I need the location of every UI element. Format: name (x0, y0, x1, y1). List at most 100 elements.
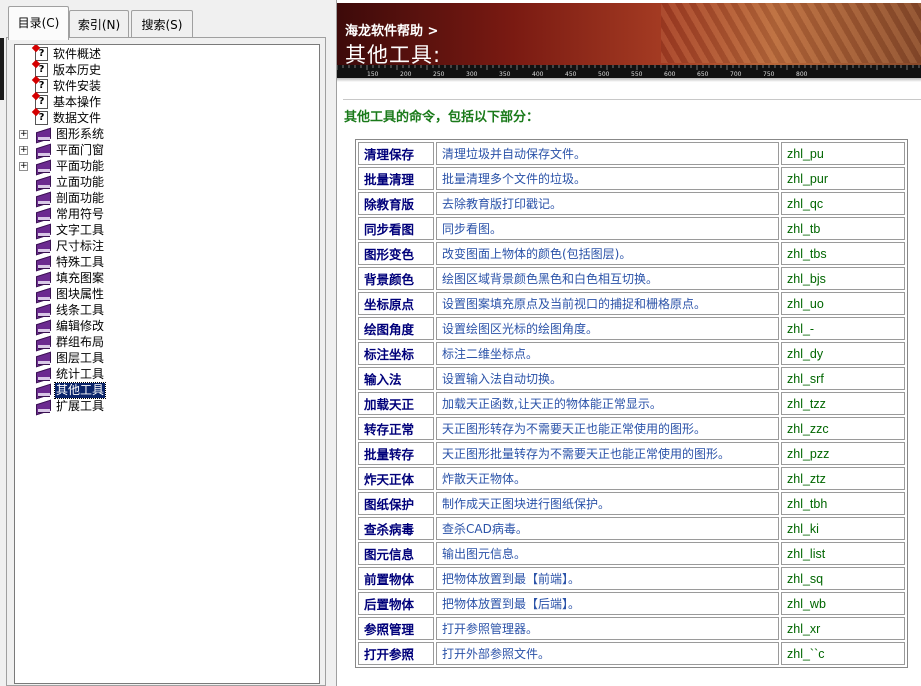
command-shortcut: zhl_ki (781, 517, 905, 540)
tree-item[interactable]: + 平面门窗 (19, 142, 105, 158)
command-description: 查杀CAD病毒。 (436, 517, 779, 540)
table-row: 批量转存 天正图形批量转存为不需要天正也能正常使用的图形。 zhl_pzz (358, 442, 905, 465)
command-name: 批量清理 (358, 167, 434, 190)
tree-item-label: 文字工具 (56, 222, 105, 237)
book-icon (35, 160, 51, 173)
book-icon (35, 320, 51, 333)
ruler-label: 650 (697, 71, 709, 78)
tree-item[interactable]: 群组布局 (35, 334, 105, 350)
command-name: 加载天正 (358, 392, 434, 415)
table-row: 炸天正体 炸散天正物体。 zhl_ztz (358, 467, 905, 490)
tree-item-label: 图形系统 (56, 126, 105, 141)
table-row: 图元信息 输出图元信息。 zhl_list (358, 542, 905, 565)
tree-item-label: 基本操作 (53, 94, 102, 109)
book-icon (35, 336, 51, 349)
book-icon (35, 288, 51, 301)
command-name: 炸天正体 (358, 467, 434, 490)
command-description: 把物体放置到最【后端】。 (436, 592, 779, 615)
expand-plus-icon[interactable]: + (19, 161, 28, 171)
window-edge (0, 38, 4, 100)
command-shortcut: zhl_bjs (781, 267, 905, 290)
command-name: 前置物体 (358, 567, 434, 590)
tree-item[interactable]: ? 版本历史 (35, 62, 102, 78)
tree-item-label: 剖面功能 (56, 190, 105, 205)
tree-item[interactable]: 统计工具 (35, 366, 105, 382)
expand-plus-icon[interactable]: + (19, 129, 28, 139)
tab-contents[interactable]: 目录(C) (8, 6, 69, 40)
tree-item[interactable]: 图层工具 (35, 350, 105, 366)
book-icon (35, 128, 51, 141)
command-name: 参照管理 (358, 617, 434, 640)
command-name: 输入法 (358, 367, 434, 390)
command-shortcut: zhl_tb (781, 217, 905, 240)
tree-item-label: 图层工具 (56, 350, 105, 365)
contents-tree[interactable]: ? 软件概述? 版本历史? 软件安装? 基本操作? 数据文件 + 图形系统 + 平面门窗 + 平面功能… (14, 44, 320, 684)
tree-item[interactable]: ? 软件概述 (35, 46, 102, 62)
command-description: 改变图面上物体的颜色(包括图层)。 (436, 242, 779, 265)
banner-ruler: 150 200 250 300 350 400 450 500 550 600 650 700 750 8… (337, 65, 921, 78)
command-description: 把物体放置到最【前端】。 (436, 567, 779, 590)
pane-splitter[interactable] (326, 0, 336, 686)
book-icon (35, 256, 51, 269)
tree-item-label: 编辑修改 (56, 318, 105, 333)
command-description: 制作成天正图块进行图纸保护。 (436, 492, 779, 515)
command-name: 打开参照 (358, 642, 434, 665)
tree-item-label: 填充图案 (56, 270, 105, 285)
command-shortcut: zhl_pur (781, 167, 905, 190)
tree-item[interactable]: ? 数据文件 (35, 110, 102, 126)
command-shortcut: zhl_dy (781, 342, 905, 365)
tree-item[interactable]: 特殊工具 (35, 254, 105, 270)
command-description: 炸散天正物体。 (436, 467, 779, 490)
tree-item[interactable]: + 图形系统 (19, 126, 105, 142)
command-name: 后置物体 (358, 592, 434, 615)
tree-item[interactable]: 文字工具 (35, 222, 105, 238)
expand-plus-icon[interactable]: + (19, 145, 28, 155)
help-page-icon: ? (35, 79, 48, 93)
tree-item-label: 平面门窗 (56, 142, 105, 157)
tree-item[interactable]: 填充图案 (35, 270, 105, 286)
table-row: 转存正常 天正图形转存为不需要天正也能正常使用的图形。 zhl_zzc (358, 417, 905, 440)
tree-item[interactable]: 立面功能 (35, 174, 105, 190)
command-description: 设置绘图区光标的绘图角度。 (436, 317, 779, 340)
command-shortcut: zhl_list (781, 542, 905, 565)
command-shortcut: zhl_tbh (781, 492, 905, 515)
tree-item-label: 立面功能 (56, 174, 105, 189)
tree-item[interactable]: 其他工具 (35, 381, 107, 399)
tab-index[interactable]: 索引(N) (69, 10, 129, 38)
ruler-label: 300 (466, 71, 478, 78)
tree-item[interactable]: 编辑修改 (35, 318, 105, 334)
ruler-label: 450 (565, 71, 577, 78)
tree-item[interactable]: 常用符号 (35, 206, 105, 222)
command-description: 批量清理多个文件的垃圾。 (436, 167, 779, 190)
command-shortcut: zhl_ztz (781, 467, 905, 490)
tree-item[interactable]: 图块属性 (35, 286, 105, 302)
tree-item[interactable]: 扩展工具 (35, 398, 105, 414)
ruler-label: 600 (664, 71, 676, 78)
tree-item-label: 常用符号 (56, 206, 105, 221)
tree-item[interactable]: 剖面功能 (35, 190, 105, 206)
banner-decoration (661, 3, 921, 63)
tab-search[interactable]: 搜索(S) (131, 10, 193, 38)
command-description: 设置图案填充原点及当前视口的捕捉和栅格原点。 (436, 292, 779, 315)
command-description: 绘图区域背景颜色黑色和白色相互切换。 (436, 267, 779, 290)
tree-item[interactable]: ? 软件安装 (35, 78, 102, 94)
banner-shadow (337, 78, 921, 82)
table-row: 后置物体 把物体放置到最【后端】。 zhl_wb (358, 592, 905, 615)
command-name: 图形变色 (358, 242, 434, 265)
tree-item[interactable]: 尺寸标注 (35, 238, 105, 254)
command-description: 清理垃圾并自动保存文件。 (436, 142, 779, 165)
book-icon (35, 400, 51, 413)
tree-item-label: 图块属性 (56, 286, 105, 301)
ruler-ticks: 150 200 250 300 350 400 450 500 550 600 650 700 750 8… (337, 65, 920, 78)
table-row: 绘图角度 设置绘图区光标的绘图角度。 zhl_- (358, 317, 905, 340)
ruler-label: 350 (499, 71, 511, 78)
command-name: 图纸保护 (358, 492, 434, 515)
tree-item-label: 数据文件 (53, 110, 102, 125)
tree-item[interactable]: ? 基本操作 (35, 94, 102, 110)
tree-item[interactable]: 线条工具 (35, 302, 105, 318)
help-page-icon: ? (35, 47, 48, 61)
tree-item[interactable]: + 平面功能 (19, 158, 105, 174)
ruler-label: 200 (400, 71, 412, 78)
command-shortcut: zhl_sq (781, 567, 905, 590)
book-icon (35, 144, 51, 157)
